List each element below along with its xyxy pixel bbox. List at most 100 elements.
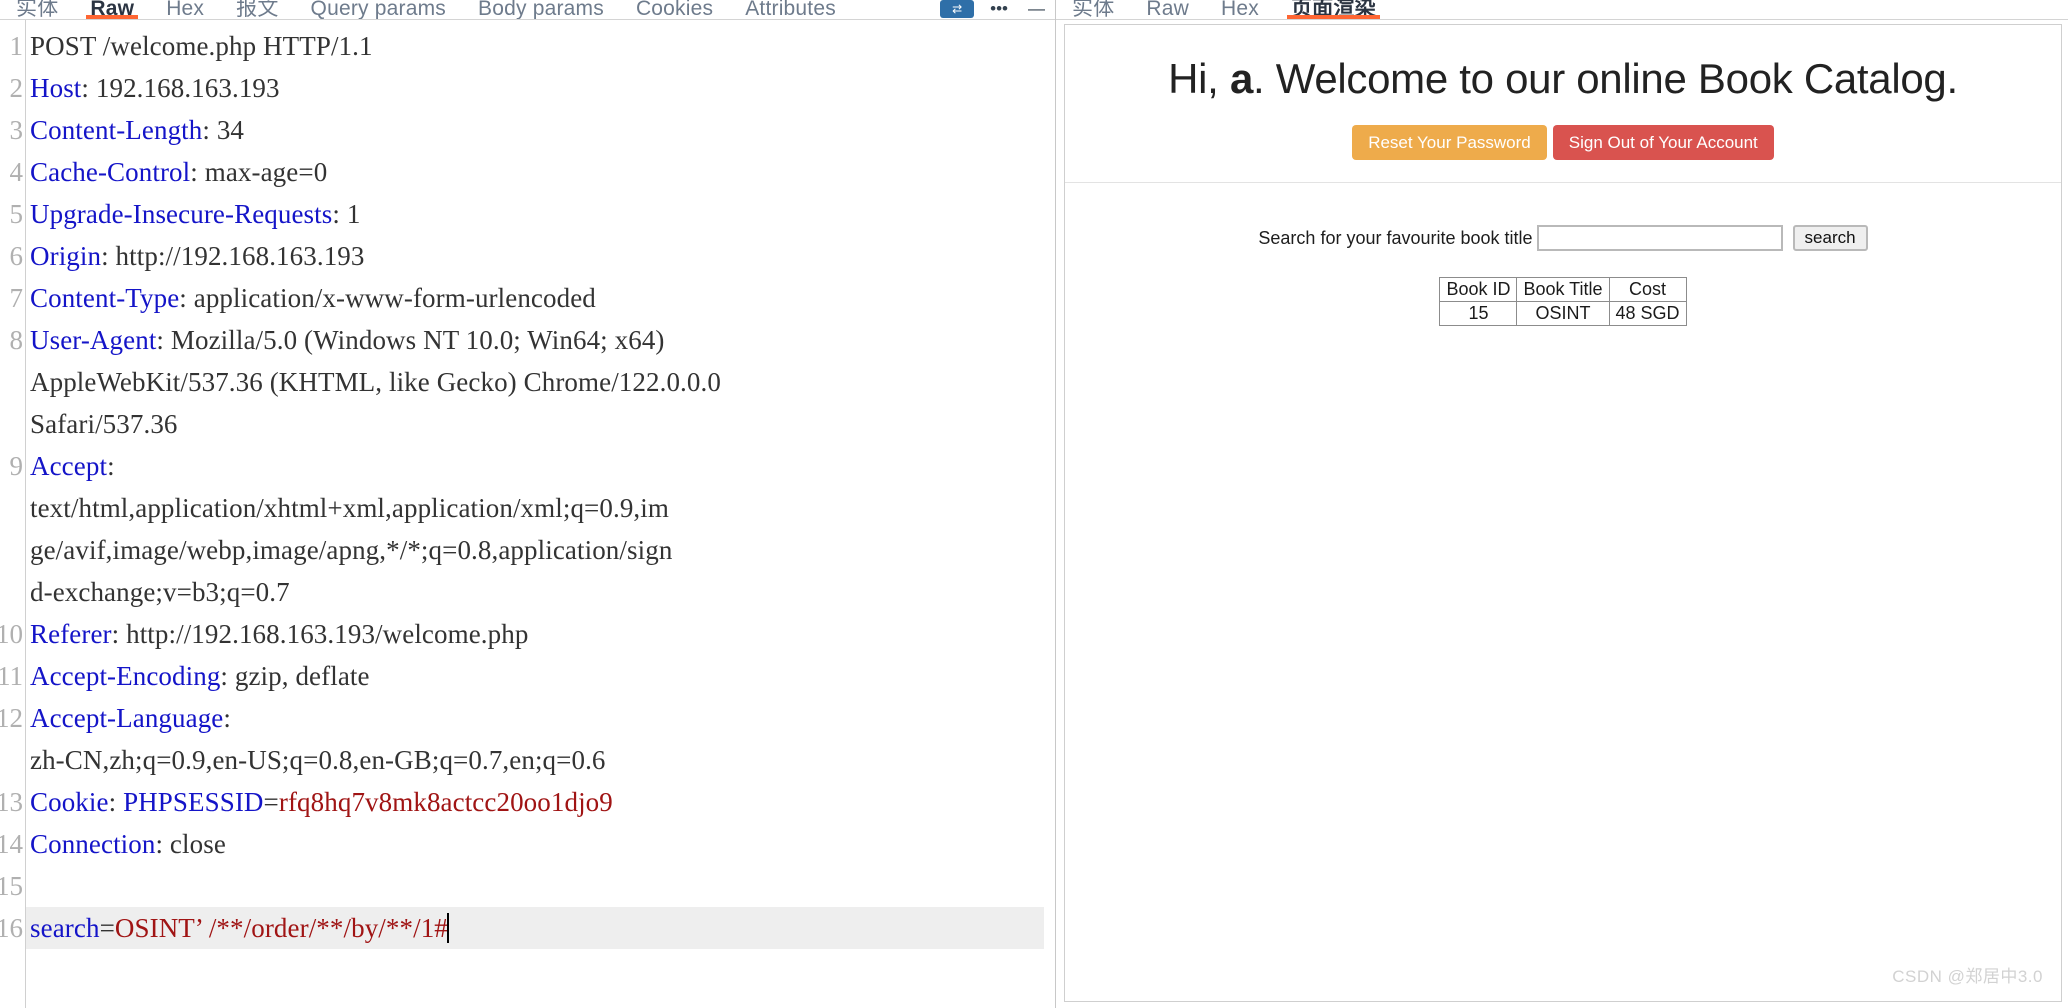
request-token: rfq8hq7v8mk8actcc20oo1djo9 xyxy=(278,787,613,817)
request-token: Safari/537.36 xyxy=(30,409,178,439)
request-line[interactable]: Content-Length: 34 xyxy=(26,109,1055,151)
rendered-page: Hi, a. Welcome to our online Book Catalo… xyxy=(1064,24,2062,1002)
request-token: search xyxy=(30,913,100,943)
request-raw-text[interactable]: POST /welcome.php HTTP/1.1 Host: 192.168.… xyxy=(26,20,1055,1008)
greeting-suffix: . Welcome to our online Book Catalog. xyxy=(1253,55,1958,102)
table-header-row: Book ID Book Title Cost xyxy=(1439,277,1687,302)
inspector-toggle-icon[interactable]: ⇄ xyxy=(940,0,975,18)
line-number: 8 xyxy=(9,325,24,355)
request-tab-cookies[interactable]: Cookies xyxy=(620,0,729,19)
request-tab-attributes[interactable]: Attributes xyxy=(729,0,852,19)
request-line[interactable]: User-Agent: Mozilla/5.0 (Windows NT 10.0… xyxy=(26,319,1055,361)
page-title: Hi, a. Welcome to our online Book Catalo… xyxy=(1075,55,2051,103)
account-actions: Reset Your Password Sign Out of Your Acc… xyxy=(1075,125,2051,160)
response-tab-hex[interactable]: Hex xyxy=(1205,0,1275,19)
request-token: Upgrade-Insecure-Requests xyxy=(30,199,333,229)
request-line[interactable]: Accept-Language: xyxy=(26,697,1055,739)
request-line[interactable]: d-exchange;v=b3;q=0.7 xyxy=(26,571,1055,613)
greeting-prefix: Hi, xyxy=(1168,55,1230,102)
request-line[interactable]: Cache-Control: max-age=0 xyxy=(26,151,1055,193)
request-editor[interactable]: 12345678 9 101112 13141516 POST /welcome… xyxy=(0,20,1055,1008)
request-token: : 192.168.163.193 xyxy=(81,73,280,103)
request-panel: 实体 Raw Hex 报文 Query params Body params C… xyxy=(0,0,1056,1008)
request-token: : 1 xyxy=(332,199,361,229)
request-token: User-Agent xyxy=(30,325,157,355)
line-number xyxy=(0,571,25,613)
search-results: Book ID Book Title Cost 15 OSINT 48 SGD xyxy=(1065,277,2061,326)
book-results-table: Book ID Book Title Cost 15 OSINT 48 SGD xyxy=(1439,277,1687,326)
reset-password-button[interactable]: Reset Your Password xyxy=(1352,125,1547,160)
request-token: : http://192.168.163.193 xyxy=(101,241,365,271)
request-tab-query-params[interactable]: Query params xyxy=(295,0,462,19)
request-token: : close xyxy=(155,829,226,859)
request-line[interactable]: zh-CN,zh;q=0.9,en-US;q=0.8,en-GB;q=0.7,e… xyxy=(26,739,1055,781)
line-number-gutter: 12345678 9 101112 13141516 xyxy=(0,20,26,1008)
request-tab-body-params[interactable]: Body params xyxy=(462,0,620,19)
response-tab-render[interactable]: 页面渲染 xyxy=(1275,0,1392,19)
request-tab-raw[interactable]: Raw xyxy=(74,0,150,19)
request-token: Origin xyxy=(30,241,102,271)
table-row: 15 OSINT 48 SGD xyxy=(1439,301,1687,326)
request-token: ge/avif,image/webp,image/apng,*/*;q=0.8,… xyxy=(30,535,673,565)
request-tab-message[interactable]: 报文 xyxy=(220,0,294,19)
burp-suite-window: 实体 Raw Hex 报文 Query params Body params C… xyxy=(0,0,2068,1008)
line-number: 7 xyxy=(9,283,24,313)
request-line[interactable]: Referer: http://192.168.163.193/welcome.… xyxy=(26,613,1055,655)
line-number xyxy=(0,403,25,445)
request-line[interactable]: search=OSINT’ /**/order/**/by/**/1# xyxy=(26,907,1044,949)
request-token: text/html,application/xhtml+xml,applicat… xyxy=(30,493,669,523)
request-line[interactable]: Connection: close xyxy=(26,823,1055,865)
line-number: 5 xyxy=(9,199,24,229)
request-line[interactable]: POST /welcome.php HTTP/1.1 xyxy=(26,25,1055,67)
request-token: : xyxy=(223,703,231,733)
search-form: Search for your favourite book title sea… xyxy=(1258,225,1868,251)
request-token: OSINT’ /**/order/**/by/**/1# xyxy=(114,913,448,943)
request-token: Host xyxy=(30,73,82,103)
request-token: Accept-Language xyxy=(30,703,224,733)
request-line[interactable]: Host: 192.168.163.193 xyxy=(26,67,1055,109)
col-book-id: Book ID xyxy=(1439,277,1518,302)
request-line[interactable]: Accept: xyxy=(26,445,1055,487)
request-tab-hex[interactable]: Hex xyxy=(150,0,220,19)
request-token: POST /welcome.php HTTP/1.1 xyxy=(30,31,373,61)
request-line[interactable]: AppleWebKit/537.36 (KHTML, like Gecko) C… xyxy=(26,361,1055,403)
request-tab-entity[interactable]: 实体 xyxy=(0,0,74,19)
request-line[interactable]: Origin: http://192.168.163.193 xyxy=(26,235,1055,277)
request-line[interactable]: Accept-Encoding: gzip, deflate xyxy=(26,655,1055,697)
request-token: Content-Length xyxy=(30,115,203,145)
request-line[interactable]: Safari/537.36 xyxy=(26,403,1055,445)
request-line[interactable]: text/html,application/xhtml+xml,applicat… xyxy=(26,487,1055,529)
response-tab-raw[interactable]: Raw xyxy=(1130,0,1205,19)
search-input[interactable] xyxy=(1536,225,1783,251)
request-token: Connection xyxy=(30,829,156,859)
request-line[interactable]: ge/avif,image/webp,image/apng,*/*;q=0.8,… xyxy=(26,529,1055,571)
request-token: Accept-Encoding xyxy=(30,661,221,691)
request-token: Content-Type xyxy=(30,283,180,313)
request-token: Cache-Control xyxy=(30,157,191,187)
overflow-menu-icon[interactable]: ••• xyxy=(980,0,1018,19)
request-line[interactable]: Content-Type: application/x-www-form-url… xyxy=(26,277,1055,319)
response-tab-entity[interactable]: 实体 xyxy=(1056,0,1130,19)
request-token: : Mozilla/5.0 (Windows NT 10.0; Win64; x… xyxy=(156,325,665,355)
collapse-panel-icon[interactable]: — xyxy=(1018,0,1055,19)
sign-out-button[interactable]: Sign Out of Your Account xyxy=(1552,125,1774,160)
line-number: 4 xyxy=(9,157,24,187)
request-token: PHPSESSID xyxy=(123,787,264,817)
request-tabstrip[interactable]: 实体 Raw Hex 报文 Query params Body params C… xyxy=(0,0,1055,20)
greeting-username: a xyxy=(1229,55,1253,102)
line-number xyxy=(0,739,25,781)
request-line[interactable] xyxy=(26,865,1055,907)
request-line[interactable]: Cookie: PHPSESSID=rfq8hq7v8mk8actcc20oo1… xyxy=(26,781,1055,823)
request-token: = xyxy=(99,913,115,943)
response-tabstrip[interactable]: 实体 Raw Hex 页面渲染 xyxy=(1056,0,2068,20)
line-number: 1 xyxy=(9,31,24,61)
line-number: 15 xyxy=(0,871,23,901)
request-token: : xyxy=(108,787,124,817)
line-number: 11 xyxy=(0,661,23,691)
search-label: Search for your favourite book title xyxy=(1258,227,1533,248)
search-submit-button[interactable]: search xyxy=(1792,225,1868,251)
cell-cost: 48 SGD xyxy=(1608,301,1687,326)
request-token: Cookie xyxy=(30,787,109,817)
response-panel: 实体 Raw Hex 页面渲染 Hi, a. Welcome to our on… xyxy=(1056,0,2068,1008)
request-line[interactable]: Upgrade-Insecure-Requests: 1 xyxy=(26,193,1055,235)
